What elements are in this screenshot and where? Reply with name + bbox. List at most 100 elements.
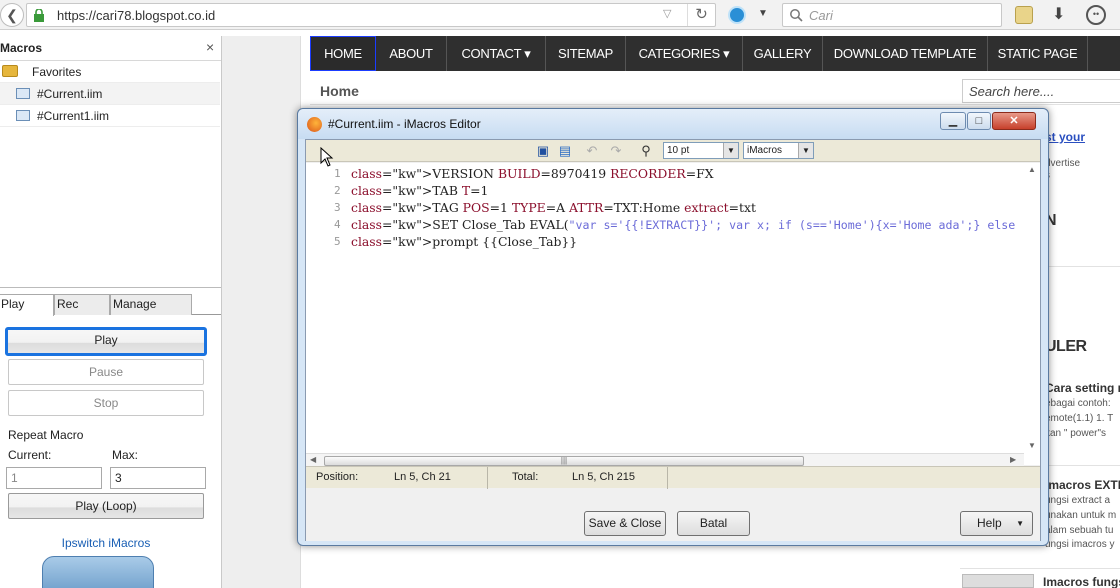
help-label: Help bbox=[977, 516, 1002, 530]
macro-tree: Favorites #Current.iim #Current1.iim bbox=[0, 60, 221, 288]
editor-toolbar: ▣ ▤ ↶ ↷ ⚲ 10 pt ▼ iMacros ▼ bbox=[306, 140, 1040, 162]
line-number: 3 bbox=[334, 201, 341, 214]
post-snippet: kan " power"s bbox=[1045, 428, 1107, 439]
open-icon[interactable]: ▤ bbox=[557, 143, 573, 159]
close-icon[interactable]: × bbox=[206, 39, 214, 55]
max-field[interactable]: 3 bbox=[110, 467, 206, 489]
folder-icon bbox=[2, 65, 18, 77]
download-icon[interactable]: ⬇ bbox=[1052, 4, 1065, 24]
url-dropdown-icon[interactable]: ▽ bbox=[663, 7, 671, 20]
nav-home[interactable]: HOME bbox=[310, 36, 376, 71]
scroll-up-icon[interactable]: ▲ bbox=[1028, 165, 1036, 174]
nav-download-template[interactable]: DOWNLOAD TEMPLATE bbox=[823, 36, 988, 71]
site-search-input[interactable]: Search here.... bbox=[962, 79, 1120, 103]
advertise-link[interactable]: st your bbox=[1045, 130, 1085, 144]
tab-play[interactable]: Play bbox=[0, 294, 54, 316]
position-label: Position: bbox=[316, 471, 359, 483]
tab-manage[interactable]: Manage bbox=[110, 294, 192, 315]
post-title[interactable]: imacros EXTR bbox=[1045, 478, 1120, 492]
pause-button[interactable]: Pause bbox=[8, 359, 204, 385]
highlighter-select[interactable]: iMacros ▼ bbox=[743, 142, 814, 159]
site-search-placeholder: Search here.... bbox=[969, 84, 1055, 99]
smiley-icon[interactable]: •• bbox=[1086, 5, 1106, 25]
page-gutter bbox=[222, 36, 300, 588]
vertical-scrollbar[interactable]: ▲ ▼ bbox=[1024, 163, 1040, 453]
undo-icon[interactable]: ↶ bbox=[584, 143, 600, 159]
editor-titlebar[interactable]: #Current.iim - iMacros Editor ▁ □ ✕ bbox=[298, 109, 1048, 139]
firefox-icon bbox=[307, 117, 322, 132]
tree-item-current[interactable]: #Current.iim bbox=[0, 83, 220, 105]
divider bbox=[1045, 266, 1120, 267]
nav-about[interactable]: ABOUT bbox=[376, 36, 447, 71]
code-line: class="kw">TAG POS=1 TYPE=A ATTR=TXT:Hom… bbox=[351, 200, 756, 215]
font-size-select[interactable]: 10 pt ▼ bbox=[663, 142, 739, 159]
divider bbox=[960, 568, 1120, 569]
post-title[interactable]: Imacros fungs bbox=[1043, 575, 1120, 588]
save-icon[interactable]: ▣ bbox=[535, 143, 551, 159]
back-arrow-icon[interactable]: ❮ bbox=[0, 3, 24, 27]
nav-contact[interactable]: CONTACT ▾ bbox=[447, 36, 546, 71]
find-icon[interactable]: ⚲ bbox=[638, 143, 654, 159]
post-title[interactable]: Cara setting m bbox=[1045, 381, 1120, 395]
imacros-logo bbox=[42, 556, 154, 588]
chevron-down-icon: ▼ bbox=[1016, 519, 1024, 528]
code-editor[interactable]: 1 2 3 4 5 class="kw">VERSION BUILD=89704… bbox=[306, 163, 1040, 467]
tree-item-label: #Current.iim bbox=[37, 87, 103, 101]
play-button[interactable]: Play bbox=[5, 327, 207, 356]
save-close-button[interactable]: Save & Close bbox=[584, 511, 666, 536]
file-icon bbox=[16, 88, 30, 99]
mouse-cursor-icon bbox=[320, 147, 334, 167]
cancel-button[interactable]: Batal bbox=[677, 511, 750, 536]
url-text: https://cari78.blogspot.co.id bbox=[57, 8, 216, 23]
nav-sitemap[interactable]: SITEMAP bbox=[546, 36, 626, 71]
maximize-icon[interactable]: □ bbox=[967, 112, 991, 130]
code-line: class="kw">SET Close_Tab EVAL("var s='{{… bbox=[351, 217, 1016, 232]
url-bar[interactable]: https://cari78.blogspot.co.id ▽ ↻ bbox=[26, 3, 716, 27]
stop-button[interactable]: Stop bbox=[8, 390, 204, 416]
code-line: class="kw">VERSION BUILD=8970419 RECORDE… bbox=[351, 166, 714, 181]
file-icon bbox=[16, 110, 30, 121]
line-number: 2 bbox=[334, 184, 341, 197]
editor-statusbar: Position: Ln 5, Ch 21 Total: Ln 5, Ch 21… bbox=[306, 466, 1040, 489]
post-snippet: emote(1.1) 1. T bbox=[1045, 413, 1114, 424]
sidebar-tabs: Play Rec Manage bbox=[0, 294, 221, 316]
horizontal-scrollbar[interactable]: ◀ ||| ▶ bbox=[306, 453, 1024, 467]
post-snippet: ebagai contoh: bbox=[1045, 398, 1111, 409]
browser-toolbar: ❮ https://cari78.blogspot.co.id ▽ ↻ ▼ Ca… bbox=[0, 0, 1120, 30]
ipswitch-imacros-link[interactable]: Ipswitch iMacros bbox=[0, 536, 212, 550]
imacros-toolbar-icon[interactable] bbox=[1015, 6, 1033, 24]
horizontal-scroll-thumb[interactable]: ||| bbox=[324, 456, 804, 466]
scroll-right-icon[interactable]: ▶ bbox=[1010, 455, 1016, 464]
minimize-icon[interactable]: ▁ bbox=[940, 112, 966, 130]
widget-heading-popular: ULER bbox=[1045, 338, 1087, 355]
chevron-down-icon: ▼ bbox=[798, 143, 813, 158]
sidebar-title: Macros bbox=[0, 41, 43, 55]
breadcrumb[interactable]: Home bbox=[320, 83, 359, 99]
browser-search-input[interactable]: Cari bbox=[782, 3, 1002, 27]
post-thumbnail bbox=[962, 574, 1034, 588]
highlighter-value: iMacros bbox=[747, 145, 783, 156]
current-label: Current: bbox=[8, 448, 52, 462]
play-loop-button[interactable]: Play (Loop) bbox=[8, 493, 204, 519]
help-button[interactable]: Help ▼ bbox=[960, 511, 1033, 536]
extension-icon[interactable] bbox=[728, 6, 746, 24]
chevron-down-icon[interactable]: ▼ bbox=[758, 8, 768, 19]
tree-item-favorites[interactable]: Favorites bbox=[0, 61, 220, 83]
chevron-down-icon: ▼ bbox=[723, 143, 738, 158]
nav-static-page[interactable]: STATIC PAGE bbox=[988, 36, 1088, 71]
imacros-sidebar: Macros × Favorites #Current.iim #Current… bbox=[0, 36, 222, 588]
tab-rec[interactable]: Rec bbox=[54, 294, 110, 315]
divider bbox=[667, 467, 668, 489]
scroll-down-icon[interactable]: ▼ bbox=[1028, 441, 1036, 450]
divider bbox=[310, 104, 1120, 105]
close-icon[interactable]: ✕ bbox=[992, 112, 1036, 130]
redo-icon[interactable]: ↷ bbox=[608, 143, 624, 159]
font-size-value: 10 pt bbox=[667, 145, 690, 156]
scroll-left-icon[interactable]: ◀ bbox=[310, 455, 316, 464]
tree-item-current1[interactable]: #Current1.iim bbox=[0, 105, 220, 127]
current-field[interactable]: 1 bbox=[6, 467, 102, 489]
nav-categories[interactable]: CATEGORIES ▾ bbox=[626, 36, 743, 71]
tree-item-label: #Current1.iim bbox=[37, 109, 110, 123]
nav-gallery[interactable]: GALLERY bbox=[743, 36, 823, 71]
reload-icon[interactable]: ↻ bbox=[687, 4, 715, 26]
